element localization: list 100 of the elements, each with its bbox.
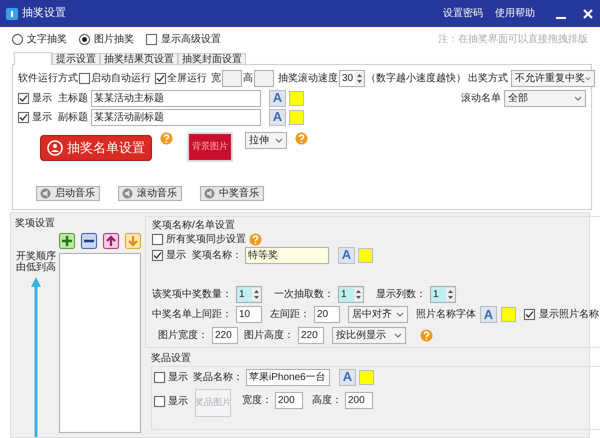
section-title: 奖项设置 bbox=[15, 216, 56, 231]
field-label: 副标题 bbox=[58, 110, 88, 124]
music-button[interactable]: 启动音乐 bbox=[36, 186, 100, 200]
dropdown[interactable]: 全部 bbox=[504, 90, 586, 106]
text-field[interactable]: 苹果iPhone6一台 bbox=[246, 368, 330, 386]
music-button[interactable]: 滚动音乐 bbox=[118, 186, 182, 200]
text-field[interactable]: 220 bbox=[212, 327, 238, 344]
checkbox[interactable] bbox=[18, 92, 29, 104]
checkbox-label: 显示 bbox=[32, 110, 52, 124]
field-label: 高 bbox=[243, 72, 253, 86]
spinner-arrows-icon[interactable] bbox=[446, 288, 455, 300]
checkbox-label: 显示 bbox=[168, 370, 188, 384]
music-button[interactable]: 中奖音乐 bbox=[200, 186, 264, 200]
spinner-field[interactable]: 1 bbox=[236, 286, 262, 302]
radio-label: 文字抽奖 bbox=[27, 32, 67, 46]
font-button[interactable]: A bbox=[269, 90, 286, 106]
checkbox[interactable] bbox=[79, 72, 90, 84]
speaker-icon bbox=[122, 188, 133, 198]
field-label: 图片宽度： bbox=[158, 328, 208, 343]
chevron-down-icon bbox=[585, 76, 591, 80]
text-field[interactable]: 220 bbox=[298, 327, 324, 344]
tab[interactable]: 提示设置 bbox=[52, 53, 100, 64]
field-label: 奖品名称： bbox=[193, 370, 243, 384]
spinner-arrows-icon[interactable] bbox=[252, 288, 261, 300]
checkbox[interactable] bbox=[18, 112, 29, 122]
text-field[interactable] bbox=[222, 70, 242, 86]
spinner-field[interactable]: 1 bbox=[430, 286, 456, 302]
remove-icon[interactable] bbox=[81, 233, 97, 249]
checkbox-label: 启动自动运行 bbox=[91, 72, 151, 86]
section-title: 奖项名称/名单设置 bbox=[152, 218, 236, 233]
field-label: 出奖方式 bbox=[468, 72, 508, 86]
checkbox[interactable] bbox=[155, 72, 166, 84]
window-title: 抽奖设置 bbox=[22, 6, 66, 22]
checkbox[interactable] bbox=[154, 372, 165, 382]
field-label: 一次抽取数： bbox=[274, 288, 334, 302]
checkbox[interactable] bbox=[524, 309, 535, 320]
chevron-down-icon bbox=[574, 96, 582, 100]
color-swatch[interactable] bbox=[359, 370, 374, 384]
field-label: 图片高度： bbox=[244, 328, 294, 343]
move-up-icon[interactable] bbox=[103, 233, 119, 249]
field-label: 奖项名称： bbox=[192, 248, 242, 262]
checkbox[interactable] bbox=[152, 234, 163, 245]
font-button[interactable]: A bbox=[339, 368, 356, 386]
field-label: 显示列数： bbox=[376, 288, 426, 302]
radio-button[interactable] bbox=[79, 34, 90, 44]
add-icon[interactable] bbox=[59, 233, 75, 249]
spinner-arrows-icon[interactable] bbox=[355, 72, 364, 84]
checkbox[interactable] bbox=[154, 396, 165, 407]
color-swatch[interactable] bbox=[289, 90, 304, 106]
app-icon bbox=[6, 8, 18, 20]
radio-label: 图片抽奖 bbox=[94, 32, 134, 46]
header-link[interactable]: 使用帮助 bbox=[495, 6, 535, 21]
spinner-field[interactable]: 30 bbox=[339, 70, 365, 86]
checkbox[interactable] bbox=[146, 34, 157, 44]
field-label: 中奖名单上间距： bbox=[152, 308, 232, 322]
checkbox-label: 所有奖项同步设置 bbox=[166, 232, 246, 247]
dropdown[interactable]: 不允许重复中奖 bbox=[511, 70, 595, 86]
color-swatch[interactable] bbox=[501, 307, 516, 322]
field-label: 抽奖滚动速度 bbox=[278, 72, 338, 86]
dropdown[interactable]: 按比例显示 bbox=[332, 327, 406, 344]
checkbox[interactable] bbox=[152, 250, 163, 260]
field-label: 宽度： bbox=[242, 394, 272, 408]
list-settings-button[interactable]: 抽奖名单设置 bbox=[40, 135, 152, 161]
text-field[interactable] bbox=[254, 70, 274, 86]
checkbox-label: 显示 bbox=[32, 92, 52, 106]
field-label: 左间距： bbox=[270, 308, 310, 322]
field-label: 该奖项中奖数量： bbox=[152, 288, 232, 302]
header-link[interactable]: 设置密码 bbox=[443, 6, 483, 21]
field-label: 宽 bbox=[211, 72, 221, 86]
hint-text: 注：在抽奖界面可以直接拖拽排版 bbox=[438, 32, 588, 46]
font-button[interactable]: A bbox=[480, 306, 497, 323]
hint-text: （数字越小速度越快） bbox=[366, 72, 466, 86]
up-arrow-icon bbox=[31, 277, 41, 437]
text-field[interactable]: 某某活动副标题 bbox=[91, 108, 261, 126]
chevron-down-icon bbox=[394, 333, 402, 338]
text-field[interactable]: 20 bbox=[314, 306, 340, 323]
dropdown[interactable]: 居中对齐 bbox=[348, 306, 408, 323]
checkbox-label: 全屏运行 bbox=[167, 72, 207, 86]
text-field[interactable]: 200 bbox=[345, 392, 373, 409]
field-label: 滚动名单 bbox=[461, 92, 501, 106]
text-field[interactable]: 200 bbox=[275, 392, 303, 409]
spinner-field[interactable]: 1 bbox=[338, 286, 364, 302]
color-swatch[interactable] bbox=[358, 248, 373, 262]
text-field[interactable]: 10 bbox=[236, 306, 262, 323]
field-label: 主标题 bbox=[58, 92, 88, 106]
tab[interactable]: 抽奖结果页设置 bbox=[100, 53, 178, 64]
font-button[interactable]: A bbox=[338, 246, 355, 264]
tab[interactable]: 抽奖封面设置 bbox=[178, 53, 246, 64]
section-title: 奖品设置 bbox=[151, 352, 192, 366]
font-button[interactable]: A bbox=[269, 108, 286, 126]
text-field[interactable]: 某某活动主标题 bbox=[91, 90, 261, 106]
color-swatch[interactable] bbox=[289, 110, 304, 124]
close-icon[interactable] bbox=[582, 8, 594, 20]
dropdown[interactable]: 拉伸 bbox=[245, 132, 287, 149]
speaker-icon bbox=[204, 188, 215, 198]
radio-button[interactable] bbox=[12, 34, 23, 44]
chevron-down-icon bbox=[275, 138, 283, 143]
spinner-arrows-icon[interactable] bbox=[354, 288, 363, 300]
text-field[interactable]: 特等奖 bbox=[245, 246, 329, 264]
order-hint: 开奖顺序由低到高 bbox=[15, 251, 57, 273]
